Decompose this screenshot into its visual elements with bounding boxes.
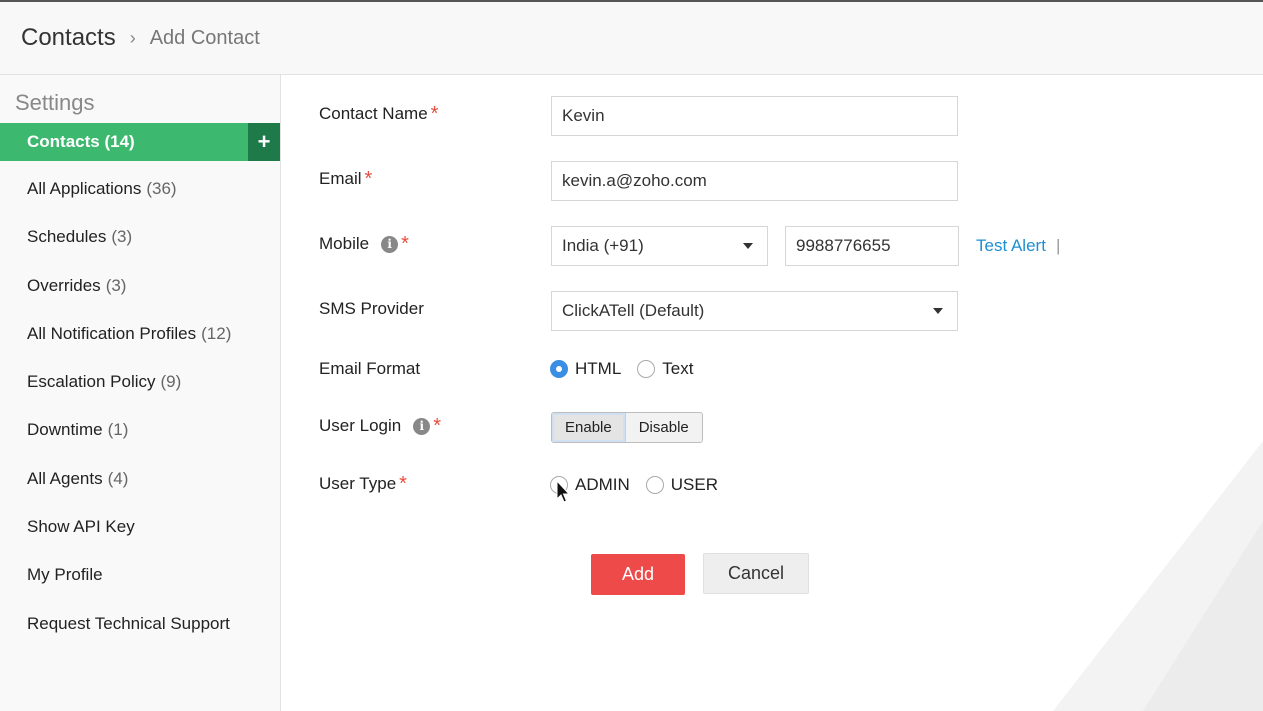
required-asterisk: * bbox=[401, 233, 409, 255]
required-asterisk: * bbox=[399, 473, 407, 495]
user-login-label: User Login bbox=[319, 416, 402, 435]
sidebar-item-count: (4) bbox=[107, 468, 129, 488]
background-decoration bbox=[1053, 441, 1263, 711]
sidebar-item-overrides[interactable]: Overrides (3) bbox=[27, 276, 231, 324]
sidebar-item-notification-profiles[interactable]: All Notification Profiles (12) bbox=[27, 324, 231, 372]
user-type-radio-group: ADMIN USER bbox=[550, 475, 734, 495]
user-type-label: User Type bbox=[319, 474, 397, 493]
sms-provider-value: ClickATell (Default) bbox=[562, 301, 705, 320]
radio-text[interactable] bbox=[637, 360, 656, 378]
caret-down-icon bbox=[743, 243, 753, 249]
email-input[interactable]: kevin.a@zoho.com bbox=[551, 161, 958, 201]
chevron-right-icon: › bbox=[129, 27, 136, 48]
sidebar: Settings Contacts (14) + All Application… bbox=[0, 75, 281, 711]
sidebar-item-label: Downtime bbox=[27, 420, 103, 440]
radio-html[interactable] bbox=[550, 360, 568, 378]
info-icon[interactable]: i bbox=[381, 235, 399, 253]
sidebar-item-label: Show API Key bbox=[27, 517, 135, 537]
sidebar-item-my-profile[interactable]: My Profile bbox=[27, 565, 231, 613]
sms-provider-label: SMS Provider bbox=[319, 299, 424, 318]
radio-user-label[interactable]: USER bbox=[671, 475, 718, 495]
breadcrumb: Contacts › Add Contact bbox=[0, 0, 1263, 75]
sidebar-item-label: Escalation Policy bbox=[27, 372, 156, 392]
email-label: Email bbox=[319, 169, 362, 188]
separator: | bbox=[1056, 236, 1061, 255]
sidebar-item-contacts[interactable]: Contacts (14) + bbox=[0, 123, 280, 161]
sidebar-item-label: All Notification Profiles bbox=[27, 323, 197, 343]
sidebar-item-count: (1) bbox=[107, 420, 129, 440]
radio-text-label[interactable]: Text bbox=[662, 359, 693, 379]
required-asterisk: * bbox=[430, 103, 439, 125]
radio-admin-label[interactable]: ADMIN bbox=[575, 475, 630, 495]
user-type-row: User Type * bbox=[319, 474, 407, 494]
breadcrumb-contacts[interactable]: Contacts bbox=[21, 24, 116, 52]
sidebar-item-count: (3) bbox=[105, 275, 127, 295]
contact-name-input[interactable]: Kevin bbox=[551, 96, 958, 136]
sidebar-item-label: Request Technical Support bbox=[27, 613, 230, 633]
required-asterisk: * bbox=[364, 168, 373, 190]
sidebar-item-technical-support[interactable]: Request Technical Support bbox=[27, 614, 231, 662]
caret-down-icon bbox=[933, 308, 943, 314]
sidebar-list: All Applications (36) Schedules (3) Overri… bbox=[27, 179, 231, 662]
sidebar-item-label: My Profile bbox=[27, 565, 103, 585]
contact-name-label: Contact Name bbox=[319, 104, 428, 123]
test-alert-link[interactable]: Test Alert bbox=[976, 236, 1046, 256]
plus-icon[interactable]: + bbox=[248, 123, 280, 161]
email-format-row: Email Format bbox=[319, 359, 420, 379]
disable-button[interactable]: Disable bbox=[624, 413, 702, 442]
info-icon[interactable]: i bbox=[413, 417, 431, 435]
sidebar-item-label: Contacts (14) bbox=[27, 132, 135, 151]
email-row: Email * bbox=[319, 169, 372, 189]
sms-provider-select[interactable]: ClickATell (Default) bbox=[551, 291, 958, 331]
sidebar-item-label: All Agents bbox=[27, 468, 103, 488]
sidebar-title: Settings bbox=[15, 90, 95, 115]
breadcrumb-current: Add Contact bbox=[149, 26, 260, 49]
sidebar-item-label: Schedules bbox=[27, 227, 107, 247]
user-login-row: User Login i * bbox=[319, 416, 441, 436]
sidebar-item-show-api-key[interactable]: Show API Key bbox=[27, 517, 231, 565]
mobile-label: Mobile bbox=[319, 234, 370, 253]
user-login-toggle: Enable Disable bbox=[551, 412, 703, 443]
email-format-radio-group: HTML Text bbox=[550, 359, 709, 379]
sms-provider-row: SMS Provider bbox=[319, 299, 424, 319]
sidebar-item-escalation-policy[interactable]: Escalation Policy (9) bbox=[27, 372, 231, 420]
contact-name-row: Contact Name * bbox=[319, 104, 438, 124]
add-button[interactable]: Add bbox=[591, 554, 685, 595]
mobile-number-input[interactable]: 9988776655 bbox=[785, 226, 959, 266]
sidebar-item-downtime[interactable]: Downtime (1) bbox=[27, 420, 231, 468]
radio-html-label[interactable]: HTML bbox=[575, 359, 621, 379]
sidebar-item-all-applications[interactable]: All Applications (36) bbox=[27, 179, 231, 227]
sidebar-item-count: (3) bbox=[111, 227, 133, 247]
radio-user[interactable] bbox=[645, 476, 664, 494]
mobile-row: Mobile i * bbox=[319, 234, 409, 254]
sidebar-item-count: (12) bbox=[201, 323, 232, 343]
radio-admin[interactable] bbox=[550, 476, 568, 494]
country-code-value: India (+91) bbox=[562, 236, 644, 255]
sidebar-item-label: All Applications bbox=[27, 179, 142, 198]
required-asterisk: * bbox=[433, 415, 442, 437]
sidebar-item-label: Overrides bbox=[27, 275, 101, 295]
sidebar-item-schedules[interactable]: Schedules (3) bbox=[27, 227, 231, 275]
email-format-label: Email Format bbox=[319, 359, 421, 378]
cancel-button[interactable]: Cancel bbox=[703, 553, 809, 594]
enable-button[interactable]: Enable bbox=[552, 413, 625, 442]
sidebar-item-count: (36) bbox=[146, 179, 177, 198]
sidebar-item-count: (9) bbox=[160, 372, 182, 392]
sidebar-item-all-agents[interactable]: All Agents (4) bbox=[27, 469, 231, 517]
country-code-select[interactable]: India (+91) bbox=[551, 226, 768, 266]
